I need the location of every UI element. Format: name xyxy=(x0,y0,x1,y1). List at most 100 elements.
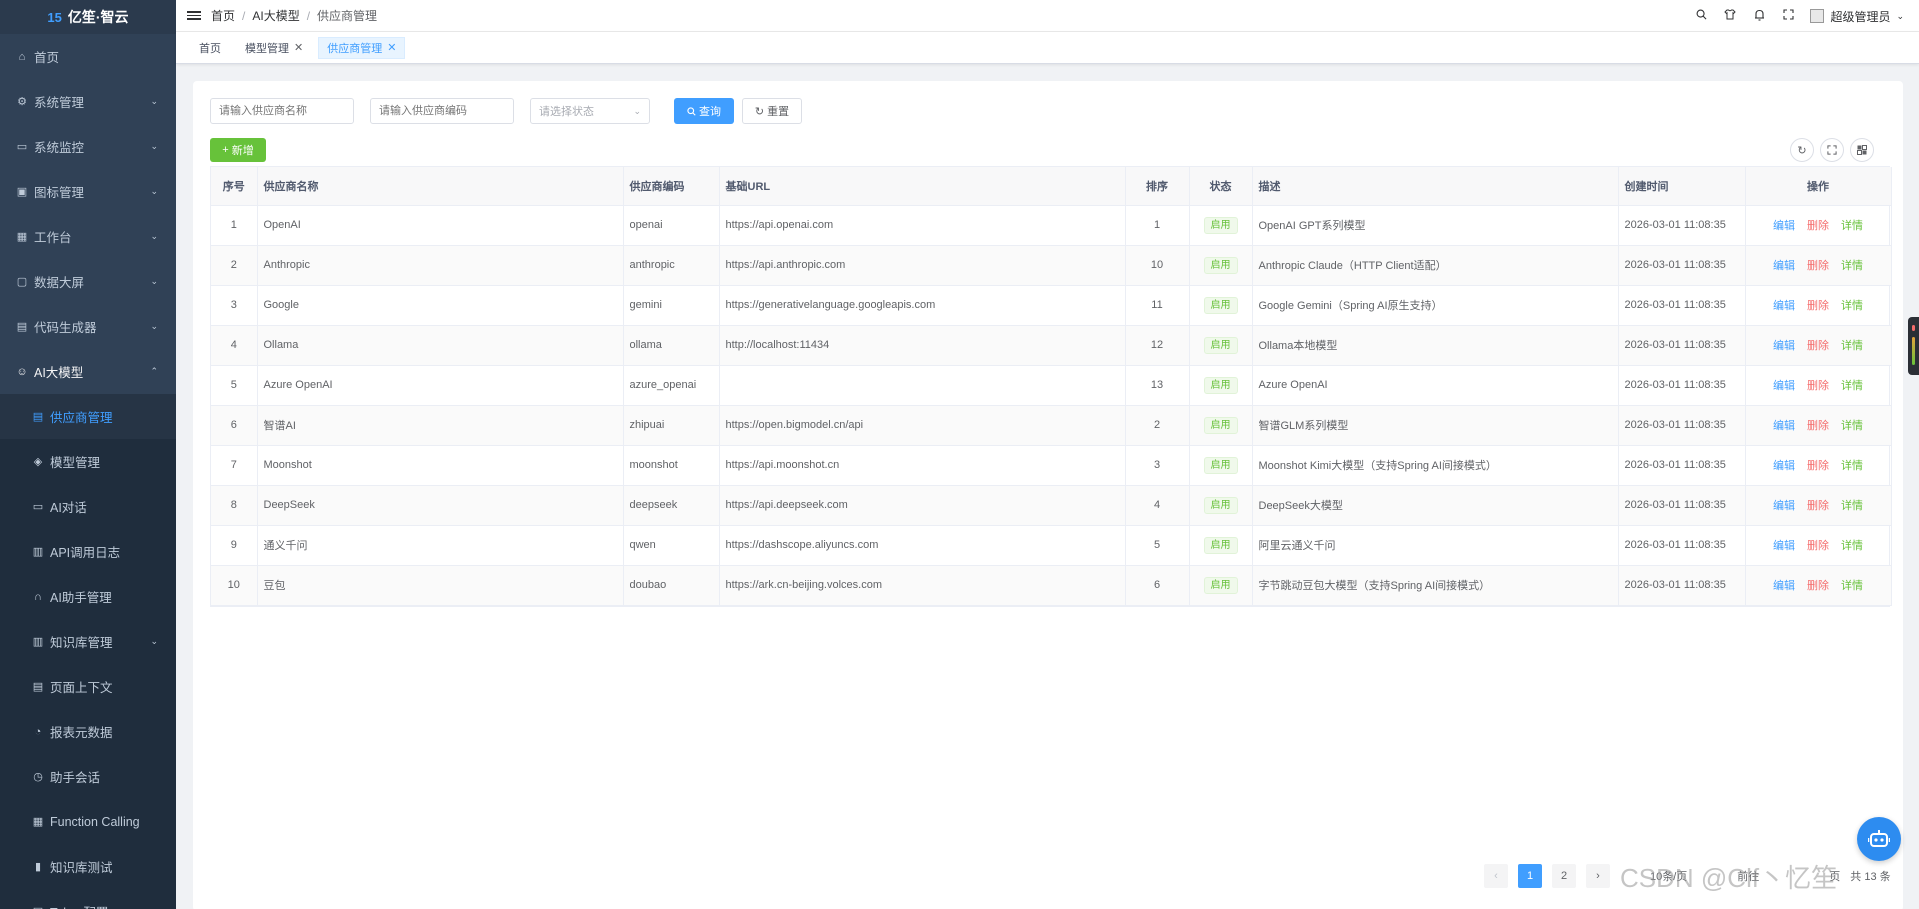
cell-url: https://api.openai.com xyxy=(719,205,1126,246)
delete-button[interactable]: 删除 xyxy=(1807,537,1829,553)
cell-code: zhipuai xyxy=(623,405,720,446)
cell-status: 启用 xyxy=(1189,405,1253,446)
bell-icon[interactable] xyxy=(1752,9,1766,24)
code-icon: ▤ xyxy=(16,321,28,333)
edit-button[interactable]: 编辑 xyxy=(1773,577,1795,593)
navbar-right: 超级管理员 ⌄ xyxy=(1694,0,1904,32)
sidebar-item-11[interactable]: ▥ API调用日志 xyxy=(0,529,176,574)
prev-page-button[interactable]: ‹ xyxy=(1484,864,1508,888)
user-menu[interactable]: 超级管理员 ⌄ xyxy=(1810,8,1904,25)
search-icon[interactable] xyxy=(1694,9,1708,23)
tag-label: 供应商管理 xyxy=(327,42,383,55)
breadcrumb: 首页 / AI大模型 / 供应商管理 xyxy=(211,7,378,24)
tag-provider-management[interactable]: 供应商管理 ✕ xyxy=(318,36,406,59)
sidebar-item-5[interactable]: ▢ 数据大屏 ⌄ xyxy=(0,259,176,304)
reset-button[interactable]: ↻ 重置 xyxy=(742,98,802,124)
edit-button[interactable]: 编辑 xyxy=(1773,457,1795,473)
edit-button[interactable]: 编辑 xyxy=(1773,257,1795,273)
hamburger-icon[interactable] xyxy=(187,11,201,20)
detail-button[interactable]: 详情 xyxy=(1841,457,1863,473)
sidebar-item-3[interactable]: ▣ 图标管理 ⌄ xyxy=(0,169,176,214)
delete-button[interactable]: 删除 xyxy=(1807,377,1829,393)
delete-button[interactable]: 删除 xyxy=(1807,257,1829,273)
provider-name-input[interactable] xyxy=(210,98,354,124)
sidebar-item-0[interactable]: ⌂ 首页 xyxy=(0,34,176,79)
edit-button[interactable]: 编辑 xyxy=(1773,217,1795,233)
detail-button[interactable]: 详情 xyxy=(1841,217,1863,233)
tag-home[interactable]: 首页 xyxy=(190,36,230,59)
cell-created: 2026-03-01 11:08:35 xyxy=(1618,485,1746,526)
fullscreen-icon[interactable] xyxy=(1820,138,1844,162)
sidebar-item-6[interactable]: ▤ 代码生成器 ⌄ xyxy=(0,304,176,349)
cell-name: DeepSeek xyxy=(257,485,624,526)
sidebar-item-12[interactable]: ∩ AI助手管理 xyxy=(0,574,176,619)
detail-button[interactable]: 详情 xyxy=(1841,377,1863,393)
cell-status: 启用 xyxy=(1189,245,1253,286)
status-badge: 启用 xyxy=(1203,576,1238,594)
fullscreen-icon[interactable] xyxy=(1781,9,1795,23)
edit-button[interactable]: 编辑 xyxy=(1773,297,1795,313)
detail-button[interactable]: 详情 xyxy=(1841,257,1863,273)
next-page-button[interactable]: › xyxy=(1586,864,1610,888)
delete-button[interactable]: 删除 xyxy=(1807,217,1829,233)
list-icon: ▤ xyxy=(32,411,44,423)
edit-button[interactable]: 编辑 xyxy=(1773,337,1795,353)
sidebar-item-16[interactable]: ◷ 助手会话 xyxy=(0,754,176,799)
delete-button[interactable]: 删除 xyxy=(1807,417,1829,433)
shirt-icon[interactable] xyxy=(1723,9,1737,23)
add-button[interactable]: + 新增 xyxy=(210,138,266,162)
search-icon xyxy=(687,106,696,116)
close-icon[interactable]: ✕ xyxy=(387,41,396,54)
sidebar-item-9[interactable]: ◈ 模型管理 xyxy=(0,439,176,484)
edit-button[interactable]: 编辑 xyxy=(1773,417,1795,433)
edit-button[interactable]: 编辑 xyxy=(1773,537,1795,553)
provider-code-input[interactable] xyxy=(370,98,514,124)
page-2[interactable]: 2 xyxy=(1552,864,1576,888)
page-1[interactable]: 1 xyxy=(1518,864,1542,888)
sidebar-item-17[interactable]: ▦ Function Calling xyxy=(0,799,176,844)
sidebar-item-label: Function Calling xyxy=(50,814,140,829)
cell-idx: 2 xyxy=(211,245,258,286)
status-badge: 启用 xyxy=(1203,296,1238,314)
ai-assistant-button[interactable] xyxy=(1857,817,1901,861)
edit-button[interactable]: 编辑 xyxy=(1773,377,1795,393)
table-row: 8 DeepSeek deepseek https://api.deepseek.co… xyxy=(211,485,1892,526)
sidebar-item-10[interactable]: ▭ AI对话 xyxy=(0,484,176,529)
detail-button[interactable]: 详情 xyxy=(1841,417,1863,433)
sidebar-item-2[interactable]: ▭ 系统监控 ⌄ xyxy=(0,124,176,169)
sidebar-item-18[interactable]: ▮ 知识库测试 xyxy=(0,844,176,889)
detail-button[interactable]: 详情 xyxy=(1841,577,1863,593)
sidebar-item-1[interactable]: ⚙ 系统管理 ⌄ xyxy=(0,79,176,124)
delete-button[interactable]: 删除 xyxy=(1807,297,1829,313)
sidebar-item-4[interactable]: ▦ 工作台 ⌄ xyxy=(0,214,176,259)
delete-button[interactable]: 删除 xyxy=(1807,497,1829,513)
columns-icon[interactable] xyxy=(1850,138,1874,162)
delete-button[interactable]: 删除 xyxy=(1807,337,1829,353)
cell-sort: 6 xyxy=(1125,565,1190,606)
cell-name: Azure OpenAI xyxy=(257,365,624,406)
cell-created: 2026-03-01 11:08:35 xyxy=(1618,405,1746,446)
edit-button[interactable]: 编辑 xyxy=(1773,497,1795,513)
detail-button[interactable]: 详情 xyxy=(1841,537,1863,553)
sidebar-item-8[interactable]: ▤ 供应商管理 xyxy=(0,394,176,439)
breadcrumb-ai[interactable]: AI大模型 xyxy=(252,7,299,24)
search-button[interactable]: 查询 xyxy=(674,98,734,124)
detail-button[interactable]: 详情 xyxy=(1841,497,1863,513)
close-icon[interactable]: ✕ xyxy=(294,41,303,54)
sidebar-item-19[interactable]: ▣ Token配置 xyxy=(0,889,176,909)
logo[interactable]: 15 亿笙·智云 xyxy=(0,0,176,34)
cell-url: https://dashscope.aliyuncs.com xyxy=(719,525,1126,566)
sidebar-item-7[interactable]: ☺ AI大模型 ⌃ xyxy=(0,349,176,394)
delete-button[interactable]: 删除 xyxy=(1807,457,1829,473)
delete-button[interactable]: 删除 xyxy=(1807,577,1829,593)
sidebar-item-13[interactable]: ▥ 知识库管理 ⌄ xyxy=(0,619,176,664)
status-select[interactable]: 请选择状态 ⌄ xyxy=(530,98,650,124)
side-widget[interactable] xyxy=(1908,317,1919,375)
tag-model-management[interactable]: 模型管理 ✕ xyxy=(236,36,313,59)
sidebar-item-15[interactable]: ◔ 报表元数据 xyxy=(0,709,176,754)
refresh-icon[interactable]: ↻ xyxy=(1790,138,1814,162)
sidebar-item-14[interactable]: ▤ 页面上下文 xyxy=(0,664,176,709)
breadcrumb-home[interactable]: 首页 xyxy=(211,7,235,24)
detail-button[interactable]: 详情 xyxy=(1841,297,1863,313)
detail-button[interactable]: 详情 xyxy=(1841,337,1863,353)
